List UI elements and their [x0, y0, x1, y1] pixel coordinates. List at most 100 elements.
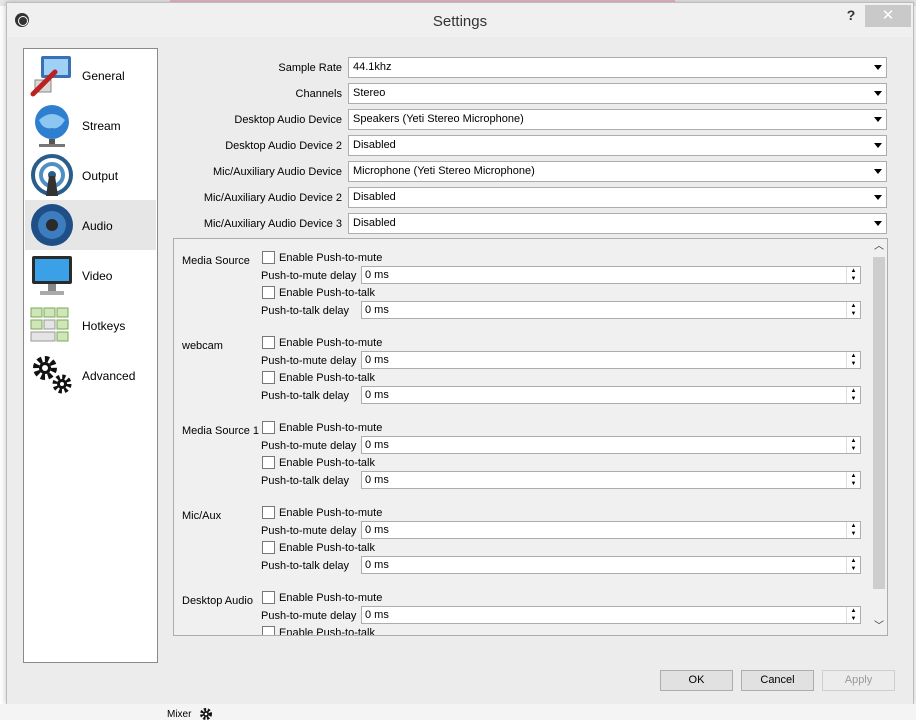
- scrollbar-thumb[interactable]: [873, 257, 885, 589]
- push-to-talk-checkbox[interactable]: [262, 626, 275, 635]
- push-to-talk-checkbox[interactable]: [262, 456, 275, 469]
- push-to-mute-checkbox[interactable]: [262, 506, 275, 519]
- spin-down-icon[interactable]: ▼: [847, 360, 860, 368]
- push-to-mute-checkbox[interactable]: [262, 421, 275, 434]
- spin-down-icon[interactable]: ▼: [847, 275, 860, 283]
- spin-up-icon[interactable]: ▲: [847, 267, 860, 275]
- spin-up-icon[interactable]: ▲: [847, 472, 860, 480]
- help-button[interactable]: ?: [839, 7, 863, 27]
- mic-aux-device-select[interactable]: Microphone (Yeti Stereo Microphone): [348, 161, 887, 182]
- push-to-talk-delay-label: Push-to-talk delay: [261, 475, 350, 487]
- push-to-talk-delay-value: 0 ms: [365, 389, 389, 401]
- mixer-label: Mixer: [167, 709, 192, 720]
- sidebar-item-output[interactable]: Output: [25, 150, 156, 200]
- sidebar-item-stream[interactable]: Stream: [25, 100, 156, 150]
- spin-buttons[interactable]: ▲ ▼: [846, 352, 860, 368]
- mic-aux-device-3-select[interactable]: Disabled: [348, 213, 887, 234]
- audio-hotkeys-panel[interactable]: Media Source Enable Push-to-mute Push-to…: [173, 238, 888, 636]
- push-to-talk-checkbox[interactable]: [262, 286, 275, 299]
- cancel-button[interactable]: Cancel: [741, 670, 814, 691]
- push-to-mute-label: Enable Push-to-mute: [279, 422, 383, 434]
- push-to-mute-checkbox[interactable]: [262, 251, 275, 264]
- push-to-talk-delay-input[interactable]: 0 ms ▲ ▼: [361, 471, 861, 489]
- push-to-mute-checkbox[interactable]: [262, 336, 275, 349]
- sidebar-item-label: General: [82, 69, 125, 83]
- spin-up-icon[interactable]: ▲: [847, 387, 860, 395]
- spin-down-icon[interactable]: ▼: [847, 395, 860, 403]
- push-to-mute-delay-input[interactable]: 0 ms ▲ ▼: [361, 606, 861, 624]
- scroll-down-icon[interactable]: ﹀: [871, 619, 887, 635]
- ok-button[interactable]: OK: [660, 670, 733, 691]
- push-to-talk-checkbox[interactable]: [262, 371, 275, 384]
- push-to-talk-label: Enable Push-to-talk: [279, 457, 375, 469]
- push-to-talk-label: Enable Push-to-talk: [279, 542, 375, 554]
- push-to-mute-delay-input[interactable]: 0 ms ▲ ▼: [361, 266, 861, 284]
- spin-down-icon[interactable]: ▼: [847, 615, 860, 623]
- spin-down-icon[interactable]: ▼: [847, 480, 860, 488]
- chevron-down-icon: [874, 169, 882, 174]
- spin-buttons[interactable]: ▲ ▼: [846, 387, 860, 403]
- spin-up-icon[interactable]: ▲: [847, 437, 860, 445]
- hotkey-group-webcam: webcam Enable Push-to-mute Push-to-mute …: [174, 324, 864, 409]
- sidebar-item-general[interactable]: General: [25, 50, 156, 100]
- push-to-mute-delay-label: Push-to-mute delay: [261, 610, 357, 622]
- source-name: Media Source 1: [182, 425, 260, 437]
- desktop-audio-device-select[interactable]: Speakers (Yeti Stereo Microphone): [348, 109, 887, 130]
- apply-button[interactable]: Apply: [822, 670, 895, 691]
- desktop-audio-device-2-select[interactable]: Disabled: [348, 135, 887, 156]
- sidebar-item-label: Output: [82, 169, 119, 183]
- mic-aux-device-2-value: Disabled: [353, 191, 396, 203]
- mic-aux-device-2-select[interactable]: Disabled: [348, 187, 887, 208]
- spin-buttons[interactable]: ▲ ▼: [846, 607, 860, 623]
- push-to-mute-delay-label: Push-to-mute delay: [261, 440, 357, 452]
- audio-icon: [31, 204, 73, 246]
- spin-up-icon[interactable]: ▲: [847, 522, 860, 530]
- push-to-talk-delay-value: 0 ms: [365, 474, 389, 486]
- spin-up-icon[interactable]: ▲: [847, 607, 860, 615]
- sidebar-item-video[interactable]: Video: [25, 250, 156, 300]
- source-name: Mic/Aux: [182, 510, 222, 522]
- push-to-mute-delay-input[interactable]: 0 ms ▲ ▼: [361, 436, 861, 454]
- channels-label: Channels: [295, 88, 342, 100]
- sample-rate-select[interactable]: 44.1khz: [348, 57, 887, 78]
- push-to-mute-delay-input[interactable]: 0 ms ▲ ▼: [361, 351, 861, 369]
- mic-aux-device-3-label: Mic/Auxiliary Audio Device 3: [203, 218, 342, 230]
- spin-buttons[interactable]: ▲ ▼: [846, 557, 860, 573]
- push-to-talk-delay-input[interactable]: 0 ms ▲ ▼: [361, 301, 861, 319]
- push-to-talk-delay-input[interactable]: 0 ms ▲ ▼: [361, 386, 861, 404]
- spin-down-icon[interactable]: ▼: [847, 530, 860, 538]
- sidebar-item-audio[interactable]: Audio: [25, 200, 156, 250]
- spin-down-icon[interactable]: ▼: [847, 565, 860, 573]
- spin-up-icon[interactable]: ▲: [847, 557, 860, 565]
- spin-buttons[interactable]: ▲ ▼: [846, 437, 860, 453]
- mic-aux-device-label: Mic/Auxiliary Audio Device: [213, 166, 342, 178]
- push-to-talk-checkbox[interactable]: [262, 541, 275, 554]
- channels-select[interactable]: Stereo: [348, 83, 887, 104]
- spin-down-icon[interactable]: ▼: [847, 445, 860, 453]
- gear-icon[interactable]: [199, 707, 213, 721]
- spin-down-icon[interactable]: ▼: [847, 310, 860, 318]
- push-to-mute-label: Enable Push-to-mute: [279, 507, 383, 519]
- push-to-mute-delay-value: 0 ms: [365, 524, 389, 536]
- title-bar[interactable]: Settings ? ✕: [7, 3, 913, 37]
- push-to-mute-delay-value: 0 ms: [365, 354, 389, 366]
- push-to-talk-delay-input[interactable]: 0 ms ▲ ▼: [361, 556, 861, 574]
- push-to-mute-delay-input[interactable]: 0 ms ▲ ▼: [361, 521, 861, 539]
- spin-buttons[interactable]: ▲ ▼: [846, 472, 860, 488]
- spin-up-icon[interactable]: ▲: [847, 302, 860, 310]
- scroll-up-icon[interactable]: ︿: [871, 239, 887, 255]
- push-to-mute-checkbox[interactable]: [262, 591, 275, 604]
- spin-buttons[interactable]: ▲ ▼: [846, 302, 860, 318]
- chevron-down-icon: [874, 117, 882, 122]
- sidebar-item-advanced[interactable]: Advanced: [25, 350, 156, 400]
- sidebar-item-hotkeys[interactable]: Hotkeys: [25, 300, 156, 350]
- spin-buttons[interactable]: ▲ ▼: [846, 267, 860, 283]
- spin-up-icon[interactable]: ▲: [847, 352, 860, 360]
- window-title: Settings: [432, 13, 488, 30]
- push-to-mute-delay-value: 0 ms: [365, 439, 389, 451]
- chevron-down-icon: [874, 143, 882, 148]
- vertical-scrollbar[interactable]: ︿ ﹀: [871, 239, 887, 635]
- spin-buttons[interactable]: ▲ ▼: [846, 522, 860, 538]
- sample-rate-value: 44.1khz: [353, 61, 392, 73]
- close-button[interactable]: ✕: [865, 5, 911, 27]
